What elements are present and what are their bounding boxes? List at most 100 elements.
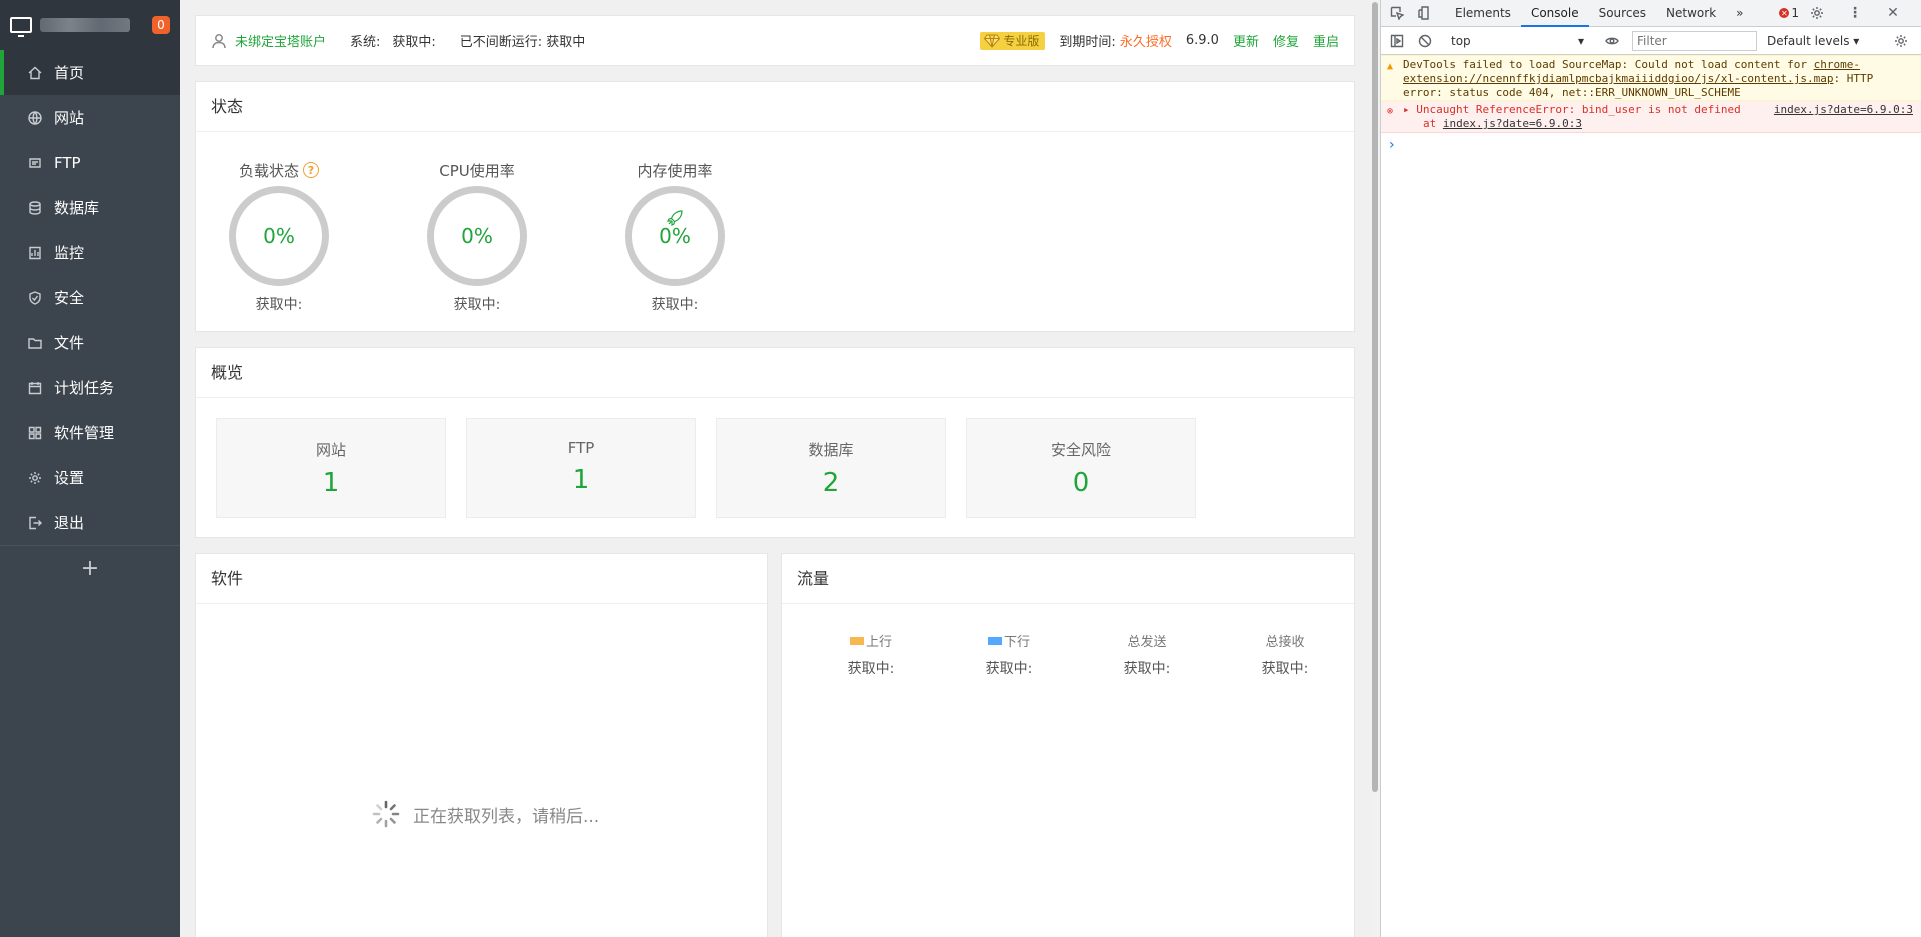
- sidebar-item-label: 设置: [54, 469, 85, 487]
- sidebar-item-cron[interactable]: 计划任务: [0, 365, 180, 410]
- sidebar-item-label: 数据库: [54, 199, 100, 217]
- restart-link[interactable]: 重启: [1313, 31, 1339, 50]
- app-root: 0 首页 网站 FTP 数据库 监控 安全 文件 计划任务 软件管理 设置 退出…: [0, 0, 1921, 937]
- overview-box-database[interactable]: 数据库 2: [716, 418, 946, 518]
- help-icon[interactable]: ?: [303, 162, 319, 178]
- expand-triangle-icon[interactable]: ▸: [1403, 103, 1410, 116]
- overview-label: 数据库: [808, 441, 854, 459]
- repair-link[interactable]: 修复: [1273, 31, 1299, 50]
- sidebar-item-website[interactable]: 网站: [0, 95, 180, 140]
- sidebar-item-ftp[interactable]: FTP: [0, 140, 180, 185]
- overview-box-ftp[interactable]: FTP 1: [466, 418, 696, 518]
- spinner-icon: [372, 800, 400, 828]
- diamond-icon: [984, 34, 1001, 48]
- more-tabs-button[interactable]: »: [1726, 0, 1753, 27]
- notification-badge[interactable]: 0: [152, 16, 170, 34]
- console-prompt[interactable]: ›: [1381, 137, 1921, 153]
- load-gauge: 负载状态 ? 0% 获取中:: [229, 132, 329, 314]
- sidebar-item-monitor[interactable]: 监控: [0, 230, 180, 275]
- add-shortcut-button[interactable]: +: [0, 545, 180, 590]
- error-counter[interactable]: ✕ 1: [1779, 6, 1799, 20]
- memory-gauge: 内存使用率 0% 获取中:: [625, 132, 725, 314]
- tab-sources[interactable]: Sources: [1589, 0, 1656, 27]
- calendar-icon: [28, 381, 42, 395]
- status-gauges: 负载状态 ? 0% 获取中: CPU使用率 0% 获取中: 内存使用率 0% 获…: [196, 132, 1354, 314]
- error-count: 1: [1791, 6, 1799, 20]
- memory-label: 内存使用率: [637, 161, 713, 180]
- sidebar-item-label: 网站: [54, 109, 85, 127]
- stack-link[interactable]: index.js?date=6.9.0:3: [1443, 117, 1582, 130]
- overview-boxes: 网站 1 FTP 1 数据库 2 安全风险 0: [196, 398, 1354, 518]
- traffic-panel: 流量 上行 获取中: 下行 获取中: 总发送 获取中: 总接收 获取中:: [781, 553, 1355, 937]
- device-toolbar-icon[interactable]: [1417, 5, 1433, 21]
- database-icon: [28, 200, 42, 215]
- traffic-header: 上行: [802, 631, 940, 650]
- scrollbar-thumb[interactable]: [1372, 2, 1378, 792]
- eye-icon[interactable]: [1604, 33, 1620, 49]
- memory-ring[interactable]: 0%: [625, 186, 725, 286]
- console-settings-icon[interactable]: [1893, 33, 1909, 49]
- sidebar-item-label: 文件: [54, 334, 85, 352]
- version-text: 6.9.0: [1185, 33, 1219, 48]
- status-panel: 状态 负载状态 ? 0% 获取中: CPU使用率 0% 获取中: 内存使用率 0…: [195, 81, 1355, 332]
- tab-network[interactable]: Network: [1656, 0, 1726, 27]
- sidebar-item-files[interactable]: 文件: [0, 320, 180, 365]
- user-icon: [211, 33, 227, 49]
- overview-value: 2: [822, 468, 840, 498]
- error-source-link[interactable]: index.js?date=6.9.0:3: [1774, 103, 1913, 117]
- page-scrollbar[interactable]: [1370, 0, 1380, 937]
- error-stack: at index.js?date=6.9.0:3: [1403, 117, 1913, 131]
- load-label: 负载状态: [238, 161, 299, 180]
- traffic-download: 下行 获取中:: [940, 631, 1078, 678]
- expire-info: 到期时间: 永久授权: [1059, 31, 1172, 50]
- folder-icon: [28, 336, 42, 350]
- traffic-stats: 上行 获取中: 下行 获取中: 总发送 获取中: 总接收 获取中:: [782, 631, 1354, 678]
- kebab-menu-icon[interactable]: ⋮: [1847, 5, 1863, 21]
- log-levels-dropdown[interactable]: Default levels ▾: [1767, 34, 1859, 48]
- overview-label: 网站: [315, 441, 346, 459]
- software-title: 软件: [196, 554, 767, 604]
- overview-label: 安全风险: [1050, 441, 1111, 459]
- error-icon: ⊗: [1387, 106, 1394, 117]
- gauge-label: 负载状态 ?: [229, 160, 329, 180]
- pro-edition-label: 专业版: [1003, 34, 1040, 48]
- clear-console-icon[interactable]: [1417, 33, 1433, 49]
- shield-icon: [28, 290, 42, 305]
- load-ring[interactable]: 0%: [229, 186, 329, 286]
- close-icon[interactable]: ✕: [1885, 5, 1901, 21]
- bind-account-link[interactable]: 未绑定宝塔账户: [235, 31, 326, 50]
- cpu-gauge: CPU使用率 0% 获取中:: [427, 132, 527, 314]
- console-error-message[interactable]: ⊗ ▸ Uncaught ReferenceError: bind_user i…: [1381, 101, 1921, 133]
- sidebar-item-label: 退出: [54, 514, 85, 532]
- console-filter-input[interactable]: [1632, 30, 1757, 51]
- tab-elements[interactable]: Elements: [1445, 0, 1521, 27]
- sidebar-toggle-icon[interactable]: [1389, 33, 1405, 49]
- overview-panel: 概览 网站 1 FTP 1 数据库 2 安全风险 0: [195, 347, 1355, 538]
- sidebar-item-database[interactable]: 数据库: [0, 185, 180, 230]
- tab-console[interactable]: Console: [1520, 0, 1589, 27]
- context-select[interactable]: top ▾: [1445, 31, 1590, 51]
- sidebar-item-home[interactable]: 首页: [0, 50, 180, 95]
- traffic-header: 下行: [940, 631, 1078, 650]
- sidebar-item-software[interactable]: 软件管理: [0, 410, 180, 455]
- update-link[interactable]: 更新: [1233, 31, 1259, 50]
- rocket-icon[interactable]: [666, 209, 684, 227]
- context-value: top: [1451, 33, 1471, 48]
- traffic-title: 流量: [782, 554, 1354, 604]
- warning-text-1: DevTools failed to load SourceMap: Could…: [1403, 58, 1814, 71]
- sidebar-item-security[interactable]: 安全: [0, 275, 180, 320]
- sidebar-item-logout[interactable]: 退出: [0, 500, 180, 545]
- cpu-ring[interactable]: 0%: [427, 186, 527, 286]
- overview-box-security-risk[interactable]: 安全风险 0: [966, 418, 1196, 518]
- devtools-tabbar: Elements Console Sources Network » ✕ 1 ⋮…: [1381, 0, 1921, 27]
- pro-edition-badge: 专业版: [980, 31, 1046, 50]
- settings-gear-icon[interactable]: [1809, 5, 1825, 21]
- inspect-element-icon[interactable]: [1389, 5, 1405, 21]
- overview-box-website[interactable]: 网站 1: [216, 418, 446, 518]
- chart-icon: [28, 246, 42, 260]
- system-value: 获取中:: [392, 35, 436, 50]
- stack-at: at: [1423, 117, 1443, 130]
- gear-icon: [28, 471, 42, 485]
- traffic-label: 总接收: [1265, 635, 1305, 650]
- sidebar-item-settings[interactable]: 设置: [0, 455, 180, 500]
